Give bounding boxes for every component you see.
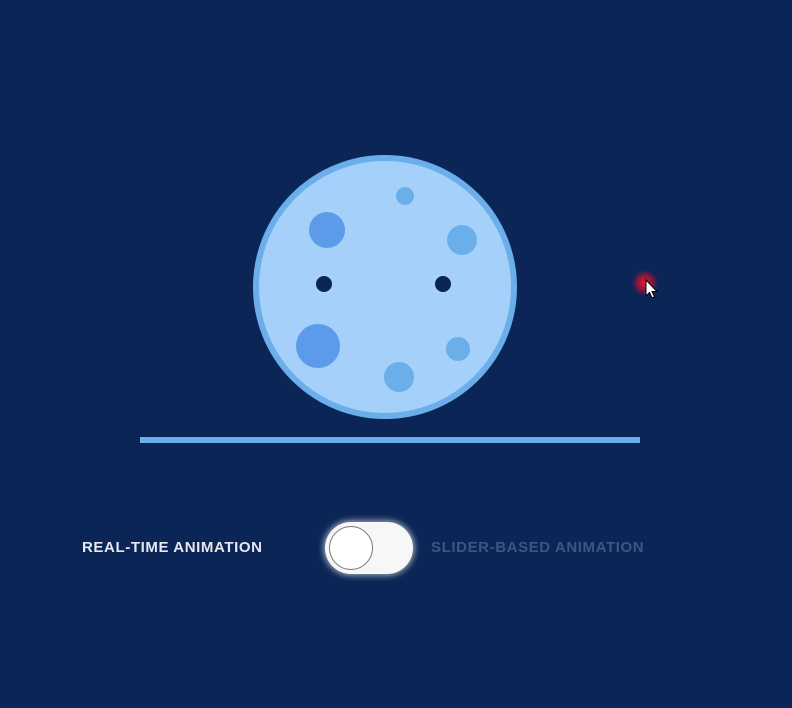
crater <box>296 324 340 368</box>
crater <box>447 225 477 255</box>
crater <box>446 337 470 361</box>
moon-illustration <box>253 155 517 419</box>
crater <box>396 187 414 205</box>
ground-line <box>140 437 640 443</box>
slider-based-animation-label[interactable]: SLIDER-BASED ANIMATION <box>431 539 644 556</box>
animation-stage: REAL-TIME ANIMATION SLIDER-BASED ANIMATI… <box>0 0 792 708</box>
animation-mode-toggle[interactable] <box>325 522 413 574</box>
crater <box>384 362 414 392</box>
moon-left-eye <box>316 276 332 292</box>
real-time-animation-label[interactable]: REAL-TIME ANIMATION <box>82 539 263 556</box>
moon-right-eye <box>435 276 451 292</box>
crater <box>309 212 345 248</box>
mode-toggle-row: REAL-TIME ANIMATION SLIDER-BASED ANIMATI… <box>0 520 792 576</box>
arrow-pointer-icon <box>632 270 659 298</box>
toggle-knob[interactable] <box>329 526 373 570</box>
